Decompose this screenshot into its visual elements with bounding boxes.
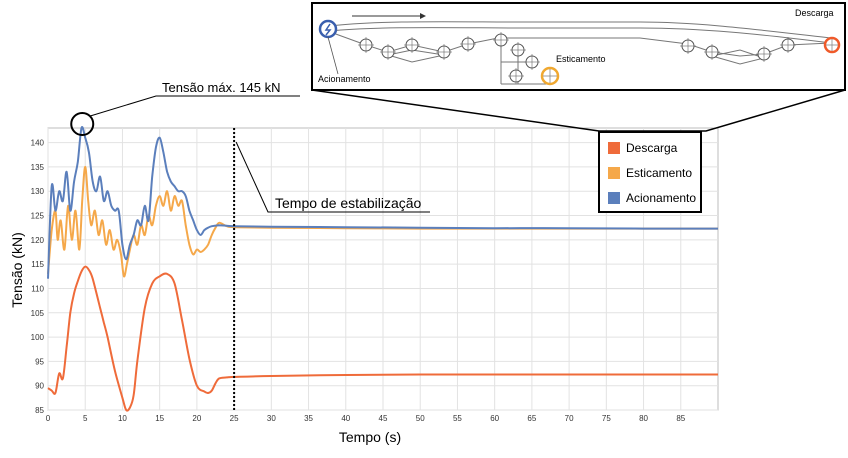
- legend-swatch-esticamento: [608, 167, 620, 179]
- x-tick-label: 55: [453, 414, 462, 423]
- y-tick-label: 100: [31, 333, 45, 342]
- conveyor-diagram: Acionamento Descarga Esticamento: [311, 2, 846, 132]
- tension-label: Esticamento: [556, 54, 606, 64]
- legend: Descarga Esticamento Acionamento: [598, 131, 702, 213]
- x-tick-label: 35: [304, 414, 313, 423]
- x-tick-label: 25: [230, 414, 239, 423]
- y-tick-label: 85: [35, 406, 44, 415]
- x-axis-label: Tempo (s): [339, 429, 401, 445]
- y-tick-label: 125: [31, 212, 45, 221]
- y-tick-label: 105: [31, 309, 45, 318]
- stabilization-label: Tempo de estabilização: [275, 195, 422, 211]
- legend-swatch-acionamento: [608, 192, 620, 204]
- max-tension-callout: [90, 95, 300, 117]
- drive-pulley: [318, 19, 338, 39]
- y-tick-label: 135: [31, 163, 45, 172]
- x-tick-label: 80: [639, 414, 648, 423]
- x-tick-label: 40: [341, 414, 350, 423]
- legend-item-esticamento: Esticamento: [608, 164, 692, 182]
- x-tick-label: 0: [46, 414, 51, 423]
- x-tick-label: 50: [416, 414, 425, 423]
- discharge-label: Descarga: [795, 8, 834, 18]
- x-tick-label: 65: [527, 414, 536, 423]
- y-tick-label: 120: [31, 236, 45, 245]
- y-tick-label: 140: [31, 139, 45, 148]
- x-tick-labels: 0 5 10 15 20 25 30 35 40 45 50 55 60 65 70 75 80 85: [46, 414, 686, 423]
- y-tick-label: 90: [35, 382, 44, 391]
- max-tension-label: Tensão máx. 145 kN: [162, 80, 281, 95]
- legend-item-descarga: Descarga: [608, 139, 677, 157]
- x-tick-label: 15: [155, 414, 164, 423]
- y-tick-labels: 85 90 95 100 105 110 115 120 125 130 135 140: [31, 139, 45, 415]
- chart-canvas: 85 90 95 100 105 110 115 120 125 130 135 140 0 5 10 15…: [9, 2, 846, 445]
- figure: 85 90 95 100 105 110 115 120 125 130 135 140 0 5 10 15…: [0, 0, 848, 453]
- legend-label-acionamento: Acionamento: [626, 191, 697, 205]
- legend-label-descarga: Descarga: [626, 141, 678, 155]
- diagram-pointer: [311, 89, 846, 132]
- x-tick-label: 5: [83, 414, 88, 423]
- x-tick-label: 30: [267, 414, 276, 423]
- y-axis-label: Tensão (kN): [9, 232, 25, 307]
- x-tick-label: 75: [602, 414, 611, 423]
- x-tick-label: 85: [676, 414, 685, 423]
- drive-label: Acionamento: [318, 74, 371, 84]
- y-tick-label: 115: [31, 260, 44, 269]
- legend-item-acionamento: Acionamento: [608, 189, 696, 207]
- y-tick-label: 110: [31, 284, 44, 293]
- legend-label-esticamento: Esticamento: [626, 166, 693, 180]
- x-tick-label: 20: [192, 414, 201, 423]
- x-tick-label: 70: [565, 414, 574, 423]
- x-tick-label: 45: [379, 414, 388, 423]
- y-tick-label: 130: [31, 187, 45, 196]
- x-tick-label: 60: [490, 414, 499, 423]
- y-tick-label: 95: [35, 357, 44, 366]
- x-tick-label: 10: [118, 414, 127, 423]
- legend-swatch-descarga: [608, 142, 620, 154]
